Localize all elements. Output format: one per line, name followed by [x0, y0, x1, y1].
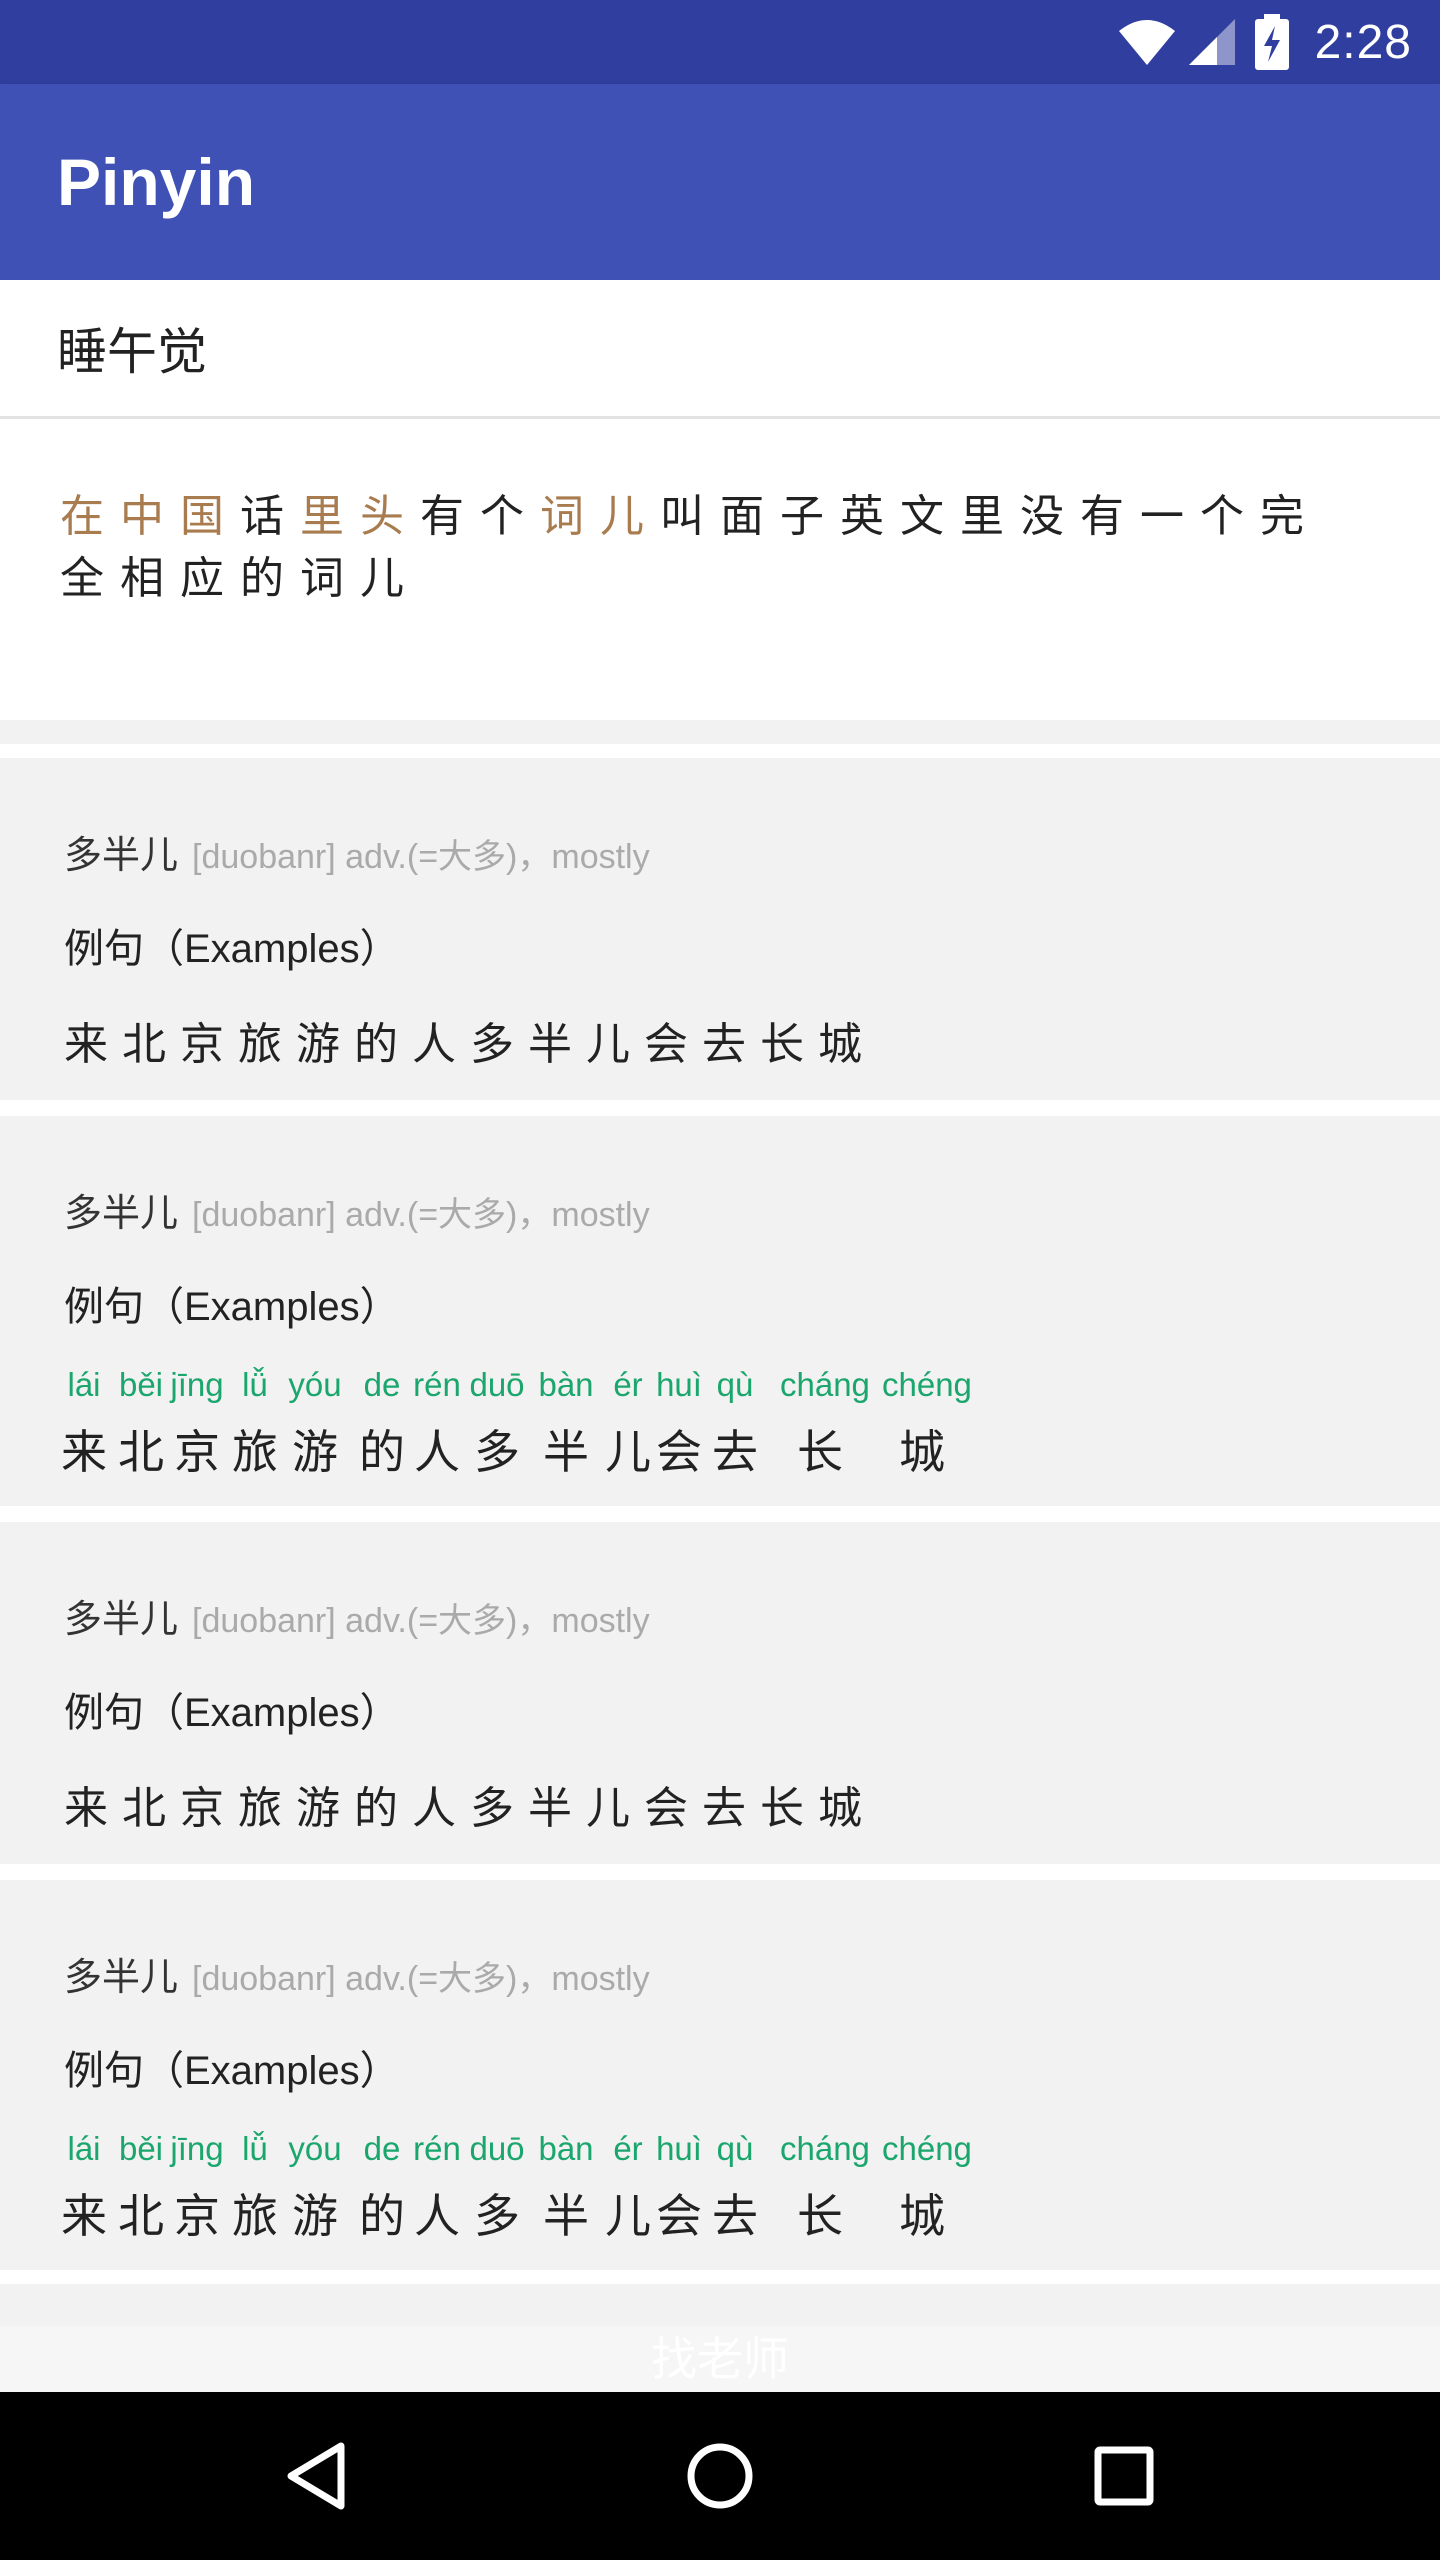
examples-title-en: Examples [184, 1691, 360, 1735]
app-title: Pinyin [57, 145, 256, 219]
hanzi-char: 多 [474, 2189, 520, 2243]
ruby-char: qù 去 [695, 2130, 775, 2246]
word-line: 多半儿 [duobanr] adv.(=大多)，mostly [64, 1588, 650, 1643]
examples-title-zh: 例句（ [64, 1284, 184, 1330]
examples-title-en: Examples [184, 2049, 360, 2093]
clock: 2:28 [1314, 15, 1412, 69]
word-line: 多半儿 [duobanr] adv.(=大多)，mostly [64, 1182, 650, 1237]
pinyin-label: cháng [780, 2130, 870, 2167]
word-card[interactable]: 多半儿 [duobanr] adv.(=大多)，mostly 例句（Example… [0, 1880, 1440, 2270]
examples-title-end: ） [359, 1284, 400, 1330]
source-sentence: 在中国话里头有个词儿叫面子英文里没有一个完全相应的词儿 [60, 486, 1360, 610]
word-meta: [duobanr] adv.(=大多)，mostly [192, 1602, 650, 1640]
examples-title: 例句（Examples） [64, 916, 400, 974]
highlighted-phrase[interactable]: 在中国 [60, 491, 240, 542]
examples-title-zh: 例句（ [64, 2048, 184, 2094]
pinyin-label: chéng [882, 1366, 972, 1403]
pinyin-label: chéng [882, 2130, 972, 2167]
word: 多半儿 [64, 1597, 179, 1641]
hanzi-char: 去 [712, 2189, 758, 2243]
word: 多半儿 [64, 1955, 179, 1999]
pinyin-label: duō [469, 2130, 525, 2167]
hanzi-char: 长 [797, 1425, 843, 1479]
highlighted-phrase[interactable]: 里头 [300, 491, 420, 542]
example-sentence: 来北京旅游的人多半儿会去长城 [64, 1783, 876, 1834]
divider [0, 720, 1440, 744]
word-line: 多半儿 [duobanr] adv.(=大多)，mostly [64, 1946, 650, 2001]
word-card-partial[interactable] [0, 2284, 1440, 2326]
examples-title-end: ） [359, 926, 400, 972]
word-line: 多半儿 [duobanr] adv.(=大多)，mostly [64, 824, 650, 879]
wifi-icon [1117, 17, 1177, 67]
examples-title-en: Examples [184, 927, 360, 971]
find-teacher-button[interactable]: 找老师 [0, 2326, 1440, 2392]
hanzi-char: 多 [474, 1425, 520, 1479]
word-meta: [duobanr] adv.(=大多)，mostly [192, 1196, 650, 1234]
cell-signal-icon [1187, 17, 1237, 67]
sentence-segment: 话 [240, 491, 300, 542]
ruby-char: cháng 长 [780, 2130, 870, 2246]
word-meta: [duobanr] adv.(=大多)，mostly [192, 838, 650, 876]
pinyin-label: qù [716, 1366, 754, 1403]
word-meta: [duobanr] adv.(=大多)，mostly [192, 1960, 650, 1998]
hanzi-char: 城 [899, 1425, 945, 1479]
hanzi-char: 去 [712, 1425, 758, 1479]
status-icons: 2:28 [1117, 0, 1412, 84]
hanzi-char: 城 [899, 2189, 945, 2243]
examples-title-zh: 例句（ [64, 1690, 184, 1736]
examples-title-end: ） [359, 2048, 400, 2094]
word-card[interactable]: 多半儿 [duobanr] adv.(=大多)，mostly 例句（Example… [0, 1116, 1440, 1506]
pinyin-label: cháng [780, 1366, 870, 1403]
search-bar [0, 280, 1440, 419]
word: 多半儿 [64, 1191, 179, 1235]
recents-icon[interactable] [1074, 2426, 1174, 2526]
sentence-segment: 有个 [420, 491, 540, 542]
status-bar: 2:28 [0, 0, 1440, 84]
highlighted-phrase[interactable]: 词儿 [540, 491, 660, 542]
ruby-char: cháng 长 [780, 1366, 870, 1482]
app-bar: Pinyin [0, 84, 1440, 280]
examples-title-en: Examples [184, 1285, 360, 1329]
examples-title-zh: 例句（ [64, 926, 184, 972]
examples-title: 例句（Examples） [64, 1274, 400, 1332]
ruby-char: chéng 城 [882, 1366, 972, 1482]
word: 多半儿 [64, 833, 179, 877]
navigation-bar [0, 2392, 1440, 2560]
pinyin-label: duō [469, 1366, 525, 1403]
examples-title: 例句（Examples） [64, 2038, 400, 2096]
examples-title: 例句（Examples） [64, 1680, 400, 1738]
ruby-char: chéng 城 [882, 2130, 972, 2246]
pinyin-label: qù [716, 2130, 754, 2167]
back-icon[interactable] [266, 2426, 366, 2526]
hanzi-char: 长 [797, 2189, 843, 2243]
ruby-char: qù 去 [695, 1366, 775, 1482]
home-icon[interactable] [670, 2426, 770, 2526]
ruby-char: duō 多 [457, 2130, 537, 2246]
word-card[interactable]: 多半儿 [duobanr] adv.(=大多)，mostly 例句（Example… [0, 758, 1440, 1100]
search-input[interactable] [57, 310, 1357, 386]
word-card[interactable]: 多半儿 [duobanr] adv.(=大多)，mostly 例句（Example… [0, 1522, 1440, 1864]
battery-charging-icon [1254, 14, 1289, 70]
ruby-char: duō 多 [457, 1366, 537, 1482]
examples-title-end: ） [359, 1690, 400, 1736]
example-sentence: 来北京旅游的人多半儿会去长城 [64, 1019, 876, 1070]
